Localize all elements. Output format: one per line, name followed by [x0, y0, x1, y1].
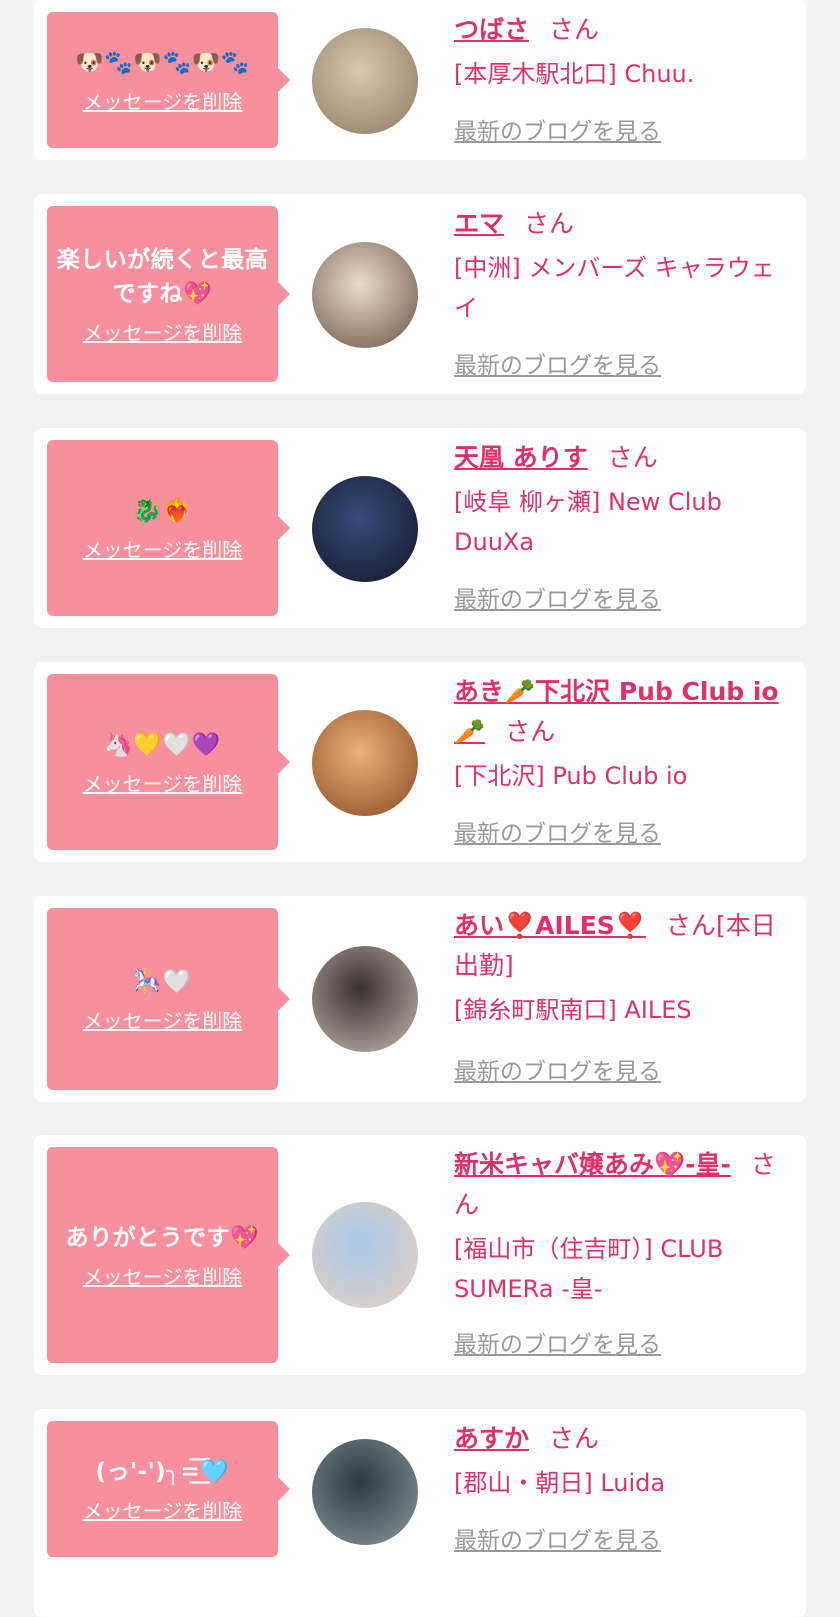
- shop-name: [岐阜 柳ヶ瀬] New Club DuuXa: [454, 488, 722, 556]
- shop-name: [福山市（住吉町）] CLUB SUMERa -皇-: [454, 1235, 724, 1303]
- message-text: 🐉❤️‍🔥: [133, 497, 192, 524]
- latest-blog-link[interactable]: 最新のブログを見る: [454, 346, 661, 380]
- latest-blog-link[interactable]: 最新のブログを見る: [454, 1521, 661, 1555]
- delete-message-link[interactable]: メッセージを削除: [83, 317, 243, 346]
- favorite-card: 🐶🐾🐶🐾🐶🐾 メッセージを削除 つばさ さん [本厚木駅北口] Chuu. 最新のブログを…: [34, 0, 806, 160]
- favorite-card: ありがとうです💖 メッセージを削除 新米キャバ嬢あみ💖-皇- さん [福山市（住吉町）]…: [34, 1135, 806, 1375]
- honorific: さん: [505, 717, 556, 746]
- avatar[interactable]: [312, 1202, 418, 1308]
- favorites-list: 🐶🐾🐶🐾🐶🐾 メッセージを削除 つばさ さん [本厚木駅北口] Chuu. 最新のブログを…: [0, 0, 840, 1617]
- honorific: さん: [549, 15, 600, 44]
- shop-name: [郡山・朝日] Luida: [454, 1469, 666, 1497]
- latest-blog-link[interactable]: 最新のブログを見る: [454, 1325, 661, 1359]
- cast-name-link[interactable]: あすか: [454, 1424, 529, 1453]
- latest-blog-link[interactable]: 最新のブログを見る: [454, 112, 661, 146]
- favorite-card: (っ'-')╮=͟͟͞͞🩵 メッセージを削除 あすか さん [郡山・朝日] Luida 最…: [34, 1409, 806, 1617]
- cast-info: あき🥕下北沢 Pub Club io 🥕 さん [下北沢] Pub Club io: [454, 672, 794, 796]
- cast-info: 天凰 ありす さん [岐阜 柳ヶ瀬] New Club DuuXa: [454, 438, 794, 562]
- favorite-card: 🐉❤️‍🔥 メッセージを削除 天凰 ありす さん [岐阜 柳ヶ瀬] New Club D…: [34, 428, 806, 628]
- cast-name-link[interactable]: あい❣️AILES❣️: [454, 911, 646, 940]
- message-bubble: (っ'-')╮=͟͟͞͞🩵 メッセージを削除: [47, 1421, 290, 1557]
- shop-name: [中洲] メンバーズ キャラウェイ: [454, 254, 775, 322]
- shop-name: [下北沢] Pub Club io: [454, 762, 688, 790]
- delete-message-link[interactable]: メッセージを削除: [83, 1495, 243, 1524]
- message-text: ありがとうです💖: [65, 1224, 260, 1251]
- delete-message-link[interactable]: メッセージを削除: [83, 534, 243, 563]
- honorific: さん: [524, 209, 575, 238]
- cast-info: あすか さん [郡山・朝日] Luida: [454, 1419, 794, 1503]
- name-line: あすか さん: [454, 1419, 794, 1459]
- message-text: 🦄💛🤍💜: [104, 731, 221, 758]
- cast-info: エマ さん [中洲] メンバーズ キャラウェイ: [454, 204, 794, 328]
- delete-message-link[interactable]: メッセージを削除: [83, 1005, 243, 1034]
- avatar[interactable]: [312, 242, 418, 348]
- latest-blog-link[interactable]: 最新のブログを見る: [454, 814, 661, 848]
- cast-name-link[interactable]: エマ: [454, 209, 504, 238]
- cast-name-link[interactable]: あき🥕下北沢 Pub Club io 🥕: [454, 677, 779, 746]
- avatar[interactable]: [312, 710, 418, 816]
- avatar[interactable]: [312, 476, 418, 582]
- honorific: さん: [549, 1424, 600, 1453]
- shop-name: [本厚木駅北口] Chuu.: [454, 60, 695, 88]
- message-bubble: 🐶🐾🐶🐾🐶🐾 メッセージを削除: [47, 12, 290, 148]
- delete-message-link[interactable]: メッセージを削除: [83, 768, 243, 797]
- name-line: つばさ さん: [454, 10, 794, 50]
- message-bubble: 🐉❤️‍🔥 メッセージを削除: [47, 440, 290, 616]
- latest-blog-link[interactable]: 最新のブログを見る: [454, 580, 661, 614]
- favorite-card: 🎠🤍 メッセージを削除 あい❣️AILES❣️ さん[本日出勤] [錦糸町駅南口] AI…: [34, 896, 806, 1102]
- latest-blog-link[interactable]: 最新のブログを見る: [454, 1052, 661, 1086]
- message-bubble: 楽しいが続くと最高ですね💖 メッセージを削除: [47, 206, 290, 382]
- name-line: 新米キャバ嬢あみ💖-皇- さん: [454, 1145, 794, 1225]
- cast-name-link[interactable]: つばさ: [454, 15, 529, 44]
- delete-message-link[interactable]: メッセージを削除: [83, 86, 243, 115]
- delete-message-link[interactable]: メッセージを削除: [83, 1261, 243, 1290]
- message-bubble: 🦄💛🤍💜 メッセージを削除: [47, 674, 290, 850]
- cast-info: あい❣️AILES❣️ さん[本日出勤] [錦糸町駅南口] AILES: [454, 906, 794, 1030]
- message-text: 🎠🤍: [133, 968, 192, 995]
- message-text: 🐶🐾🐶🐾🐶🐾: [75, 49, 250, 76]
- favorite-card: 楽しいが続くと最高ですね💖 メッセージを削除 エマ さん [中洲] メンバーズ キャラウ…: [34, 194, 806, 394]
- message-bubble: ありがとうです💖 メッセージを削除: [47, 1147, 290, 1363]
- honorific: さん: [607, 443, 658, 472]
- cast-name-link[interactable]: 天凰 ありす: [454, 443, 588, 472]
- avatar[interactable]: [312, 28, 418, 134]
- avatar[interactable]: [312, 946, 418, 1052]
- name-line: あい❣️AILES❣️ さん[本日出勤]: [454, 906, 794, 986]
- avatar[interactable]: [312, 1439, 418, 1545]
- message-bubble: 🎠🤍 メッセージを削除: [47, 908, 290, 1090]
- cast-info: 新米キャバ嬢あみ💖-皇- さん [福山市（住吉町）] CLUB SUMERa -皇-: [454, 1145, 794, 1309]
- message-text: 楽しいが続くと最高ですね💖: [56, 246, 269, 307]
- cast-info: つばさ さん [本厚木駅北口] Chuu.: [454, 10, 794, 94]
- name-line: あき🥕下北沢 Pub Club io 🥕 さん: [454, 672, 794, 752]
- name-line: エマ さん: [454, 204, 794, 244]
- shop-name: [錦糸町駅南口] AILES: [454, 996, 692, 1024]
- message-text: (っ'-')╮=͟͟͞͞🩵: [95, 1458, 230, 1485]
- honorific: さん: [665, 911, 716, 940]
- favorite-card: 🦄💛🤍💜 メッセージを削除 あき🥕下北沢 Pub Club io 🥕 さん [下北沢] …: [34, 662, 806, 862]
- cast-name-link[interactable]: 新米キャバ嬢あみ💖-皇-: [454, 1150, 731, 1179]
- name-line: 天凰 ありす さん: [454, 438, 794, 478]
